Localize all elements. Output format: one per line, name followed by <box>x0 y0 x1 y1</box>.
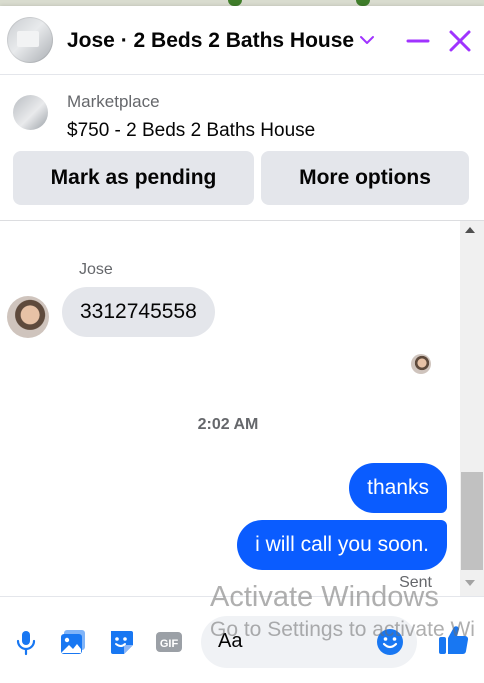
scroll-up-arrow[interactable] <box>465 227 475 233</box>
listing-thumbnail[interactable] <box>13 95 48 130</box>
outgoing-message-bubble[interactable]: thanks <box>349 463 447 513</box>
scroll-down-arrow[interactable] <box>465 580 475 586</box>
listing-source-label: Marketplace <box>67 92 160 111</box>
mark-as-pending-button[interactable]: Mark as pending <box>13 151 254 205</box>
activation-watermark-subtitle: Go to Settings to activate Wi <box>210 618 475 641</box>
sticker-icon[interactable] <box>106 627 136 657</box>
sender-avatar[interactable] <box>7 296 49 338</box>
chat-window: Jose · 2 Beds 2 Baths House Marketplace … <box>0 6 484 683</box>
activation-watermark-title: Activate Windows <box>210 581 439 613</box>
sender-name: Jose <box>79 261 113 278</box>
scrollbar-thumb[interactable] <box>461 472 483 570</box>
listing-avatar[interactable] <box>7 17 53 63</box>
gif-label: GIF <box>160 638 179 650</box>
chat-title[interactable]: Jose · 2 Beds 2 Baths House <box>67 29 354 53</box>
close-icon[interactable] <box>446 27 474 55</box>
divider <box>0 220 484 221</box>
message-timestamp: 2:02 AM <box>197 416 259 433</box>
outgoing-message-bubble[interactable]: i will call you soon. <box>237 520 447 570</box>
gif-icon[interactable]: GIF <box>154 627 184 657</box>
seen-indicator-avatar <box>411 354 431 374</box>
incoming-message-bubble[interactable]: 3312745558 <box>62 287 215 337</box>
more-options-button[interactable]: More options <box>261 151 469 205</box>
minimize-icon[interactable] <box>404 28 432 54</box>
photo-icon[interactable] <box>58 627 88 657</box>
microphone-icon[interactable] <box>11 627 41 657</box>
listing-price-title[interactable]: $750 - 2 Beds 2 Baths House <box>67 120 315 142</box>
chat-header: Jose · 2 Beds 2 Baths House <box>0 6 484 75</box>
chevron-down-icon[interactable] <box>358 31 376 49</box>
